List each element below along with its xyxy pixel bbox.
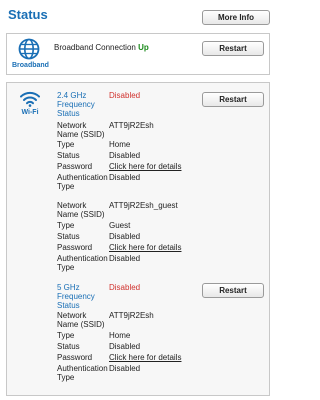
broadband-icon-label: Broadband <box>12 62 49 69</box>
band5-title: 5 GHz Frequency Status <box>57 283 95 310</box>
type-value: Home <box>109 140 131 149</box>
auth-label: Authentication Type <box>57 173 108 191</box>
status-label: Status <box>57 151 80 160</box>
wifi-icon <box>20 91 40 107</box>
band24-net1-type-row: Type Home <box>57 140 257 150</box>
type-label: Type <box>57 221 75 230</box>
status-header: Status More Info <box>0 0 276 30</box>
band24-net2-auth-row: Authentication Type Disabled <box>57 254 257 272</box>
band5-net1-type-row: Type Home <box>57 331 257 341</box>
broadband-label: Broadband Connection <box>54 43 136 52</box>
broadband-status: Broadband Connection Up <box>54 43 149 52</box>
ssid-value: ATT9jR2Esh <box>109 311 154 320</box>
auth-value: Disabled <box>109 254 141 263</box>
type-value: Guest <box>109 221 131 230</box>
wifi-icon-label: Wi-Fi <box>21 109 39 116</box>
status-value: Disabled <box>109 342 141 351</box>
globe-icon <box>18 38 40 60</box>
broadband-icon-block: Broadband <box>12 38 49 69</box>
auth-value: Disabled <box>109 173 141 182</box>
band24-net2-password-row: Password Click here for details <box>57 243 257 253</box>
broadband-panel: Broadband Broadband Connection Up Restar… <box>6 33 270 75</box>
band24-net1-status-row: Status Disabled <box>57 151 257 161</box>
type-label: Type <box>57 331 75 340</box>
wifi-panel: Wi-Fi 2.4 GHz Frequency Status Disabled … <box>6 82 270 396</box>
band24-net2-type-row: Type Guest <box>57 221 257 231</box>
password-details-link[interactable]: Click here for details <box>109 353 181 362</box>
ssid-value: ATT9jR2Esh_guest <box>109 201 178 210</box>
band24-net1-ssid-row: Network Name (SSID) ATT9jR2Esh <box>57 121 257 139</box>
band24-net2-status-row: Status Disabled <box>57 232 257 242</box>
status-label: Status <box>57 342 80 351</box>
password-label: Password <box>57 243 93 252</box>
ssid-label: Network Name (SSID) <box>57 201 105 219</box>
more-info-button[interactable]: More Info <box>202 10 270 25</box>
wifi-icon-block: Wi-Fi <box>17 91 43 116</box>
auth-value: Disabled <box>109 364 141 373</box>
band5-net1-ssid-row: Network Name (SSID) ATT9jR2Esh <box>57 311 257 329</box>
auth-label: Authentication Type <box>57 254 108 272</box>
type-label: Type <box>57 140 75 149</box>
type-value: Home <box>109 331 131 340</box>
band5-net1-auth-row: Authentication Type Disabled <box>57 364 257 382</box>
band5-restart-button[interactable]: Restart <box>202 283 264 298</box>
band5-net1-status-row: Status Disabled <box>57 342 257 352</box>
band24-restart-button[interactable]: Restart <box>202 92 264 107</box>
password-details-link[interactable]: Click here for details <box>109 243 181 252</box>
status-value: Disabled <box>109 232 141 241</box>
broadband-state: Up <box>138 43 149 52</box>
page-title: Status <box>8 7 48 22</box>
band24-state: Disabled <box>109 91 141 100</box>
band5-state: Disabled <box>109 283 141 292</box>
band24-net1-auth-row: Authentication Type Disabled <box>57 173 257 191</box>
ssid-label: Network Name (SSID) <box>57 121 105 139</box>
auth-label: Authentication Type <box>57 364 108 382</box>
band24-title: 2.4 GHz Frequency Status <box>57 91 95 118</box>
broadband-restart-button[interactable]: Restart <box>202 41 264 56</box>
password-label: Password <box>57 353 93 362</box>
password-label: Password <box>57 162 93 171</box>
band5-net1-password-row: Password Click here for details <box>57 353 257 363</box>
status-label: Status <box>57 232 80 241</box>
ssid-value: ATT9jR2Esh <box>109 121 154 130</box>
password-details-link[interactable]: Click here for details <box>109 162 181 171</box>
status-value: Disabled <box>109 151 141 160</box>
band24-net2-ssid-row: Network Name (SSID) ATT9jR2Esh_guest <box>57 201 257 219</box>
ssid-label: Network Name (SSID) <box>57 311 105 329</box>
band24-net1-password-row: Password Click here for details <box>57 162 257 172</box>
